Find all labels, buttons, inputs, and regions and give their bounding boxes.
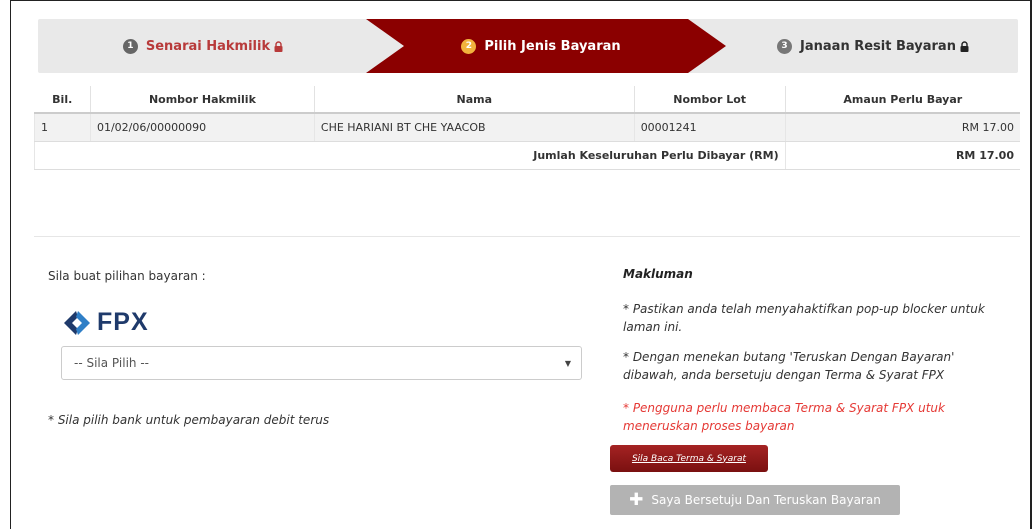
info-title: Makluman [623,267,693,281]
hakmilik-table: Bil. Nombor Hakmilik Nama Nombor Lot Ama… [34,86,1020,170]
cell-nombor-hakmilik: 01/02/06/00000090 [90,113,315,142]
table-header-row: Bil. Nombor Hakmilik Nama Nombor Lot Ama… [34,86,1020,114]
column-header: Amaun Perlu Bayar [785,86,1020,114]
fpx-logo-text: FPX [97,308,149,336]
total-value: RM 17.00 [785,141,1020,170]
section-divider [34,236,1020,237]
fpx-logo: FPX [64,308,149,337]
lock-icon [274,40,283,52]
bank-note: * Sila pilih bank untuk pembayaran debit… [48,413,330,427]
payment-prompt: Sila buat pilihan bayaran : [48,269,206,283]
table-row: 1 01/02/06/00000090 CHE HARIANI BT CHE Y… [34,113,1020,142]
caret-down-icon: ▼ [564,359,571,368]
step-number: 1 [122,38,138,54]
fpx-arrows-icon [64,310,90,335]
info-warning-note: * Pengguna perlu membaca Terma & Syarat … [623,401,945,433]
step-senarai-hakmilik[interactable]: 1 Senarai Hakmilik [38,19,368,73]
column-header: Nombor Hakmilik [90,86,315,114]
step-label: Pilih Jenis Bayaran [484,38,621,54]
lock-icon [960,40,969,52]
step-label: Janaan Resit Bayaran [800,38,956,54]
info-agreement-note: * Dengan menekan butang 'Teruskan Dengan… [623,350,955,382]
payment-stepper: 1 Senarai Hakmilik 2 Pilih Jenis Bayaran… [38,19,1018,73]
bank-select[interactable]: -- Sila Pilih -- ▼ [61,346,582,380]
column-header: Nama [314,86,635,114]
bank-select-value: -- Sila Pilih -- [74,356,149,370]
page-frame [10,0,1032,529]
column-header: Bil. [34,86,91,114]
plus-icon: ✚ [629,489,644,510]
cell-amaun: RM 17.00 [785,113,1020,142]
agree-continue-button[interactable]: ✚ Saya Bersetuju Dan Teruskan Bayaran [610,485,900,515]
info-popup-note: * Pastikan anda telah menyahaktifkan pop… [623,302,985,334]
agree-button-label: Saya Bersetuju Dan Teruskan Bayaran [651,493,881,507]
cell-nombor-lot: 00001241 [634,113,786,142]
total-row: Jumlah Keseluruhan Perlu Dibayar (RM) RM… [34,141,1020,170]
column-header: Nombor Lot [634,86,786,114]
step-label: Senarai Hakmilik [145,38,271,54]
step-number: 3 [777,38,793,54]
cell-bil: 1 [34,113,91,142]
step-pilih-jenis-bayaran[interactable]: 2 Pilih Jenis Bayaran [366,19,716,73]
step-janaan-resit-bayaran[interactable]: 3 Janaan Resit Bayaran [728,19,1018,73]
step-number: 2 [461,38,477,54]
cell-nama: CHE HARIANI BT CHE YAACOB [314,113,635,142]
read-terms-button[interactable]: Sila Baca Terma & Syarat [610,445,768,472]
total-label: Jumlah Keseluruhan Perlu Dibayar (RM) [34,141,786,170]
